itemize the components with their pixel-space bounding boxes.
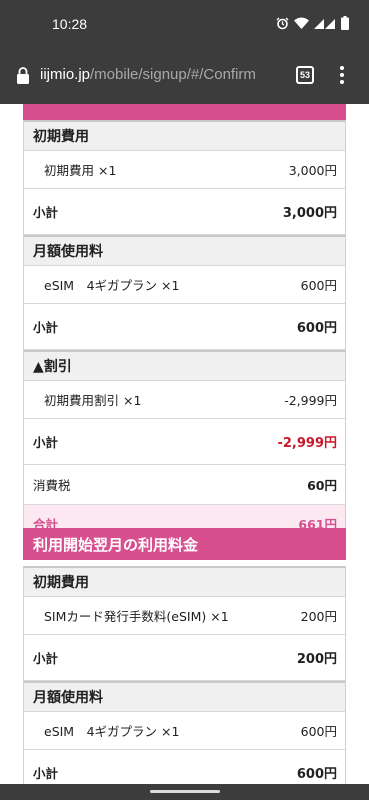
category-monthly-fee: 月額使用料 <box>24 235 345 266</box>
wifi-icon <box>294 17 309 29</box>
url-bar[interactable]: iijmio.jp/mobile/signup/#/Confirm <box>40 66 272 83</box>
first-month-section: 初期費用 初期費用 ×1 3,000円 小計 3,000円 月額使用料 eSIM 4… <box>23 104 346 543</box>
line-item: eSIM 4ギガプラン ×1 600円 <box>24 266 345 304</box>
battery-icon <box>341 16 349 30</box>
subtotal-row: 小計 200円 <box>24 635 345 681</box>
status-time: 10:28 <box>52 16 88 32</box>
next-month-header: 利用開始翌月の利用料金 <box>23 528 346 560</box>
lock-icon[interactable] <box>16 67 30 88</box>
line-item: eSIM 4ギガプラン ×1 600円 <box>24 712 345 750</box>
first-month-header <box>23 104 346 120</box>
subtotal-row: 小計 3,000円 <box>24 189 345 235</box>
status-bar: 10:28 <box>0 0 369 48</box>
category-discount: ▲割引 <box>24 350 345 381</box>
navigation-bar <box>0 784 369 800</box>
subtotal-row: 小計 600円 <box>24 750 345 784</box>
page-content: 初期費用 初期費用 ×1 3,000円 小計 3,000円 月額使用料 eSIM 4… <box>0 104 369 784</box>
menu-icon[interactable] <box>336 66 348 86</box>
first-month-table: 初期費用 初期費用 ×1 3,000円 小計 3,000円 月額使用料 eSIM 4… <box>23 120 346 543</box>
browser-toolbar: iijmio.jp/mobile/signup/#/Confirm 53 <box>0 48 369 104</box>
url-host: iijmio.jp <box>40 66 91 83</box>
category-initial-fee: 初期費用 <box>24 120 345 151</box>
next-month-section: 利用開始翌月の利用料金 初期費用 SIMカード発行手数料(eSIM) ×1 200… <box>23 528 346 784</box>
subtotal-row: 小計 -2,999円 <box>24 419 345 465</box>
next-month-table: 初期費用 SIMカード発行手数料(eSIM) ×1 200円 小計 200円 月額使… <box>23 566 346 784</box>
category-monthly-fee: 月額使用料 <box>24 681 345 712</box>
category-initial-fee: 初期費用 <box>24 566 345 597</box>
line-item: 初期費用割引 ×1 -2,999円 <box>24 381 345 419</box>
line-item: 初期費用 ×1 3,000円 <box>24 151 345 189</box>
url-path: /mobile/signup/#/Confirm <box>90 66 256 83</box>
status-icons <box>276 16 349 30</box>
line-item: SIMカード発行手数料(eSIM) ×1 200円 <box>24 597 345 635</box>
home-gesture-handle[interactable] <box>150 790 220 793</box>
tab-switcher-button[interactable]: 53 <box>296 66 314 84</box>
subtotal-row: 小計 600円 <box>24 304 345 350</box>
signal-icon <box>314 17 336 29</box>
tax-row: 消費税 60円 <box>24 465 345 505</box>
alarm-icon <box>276 17 289 30</box>
